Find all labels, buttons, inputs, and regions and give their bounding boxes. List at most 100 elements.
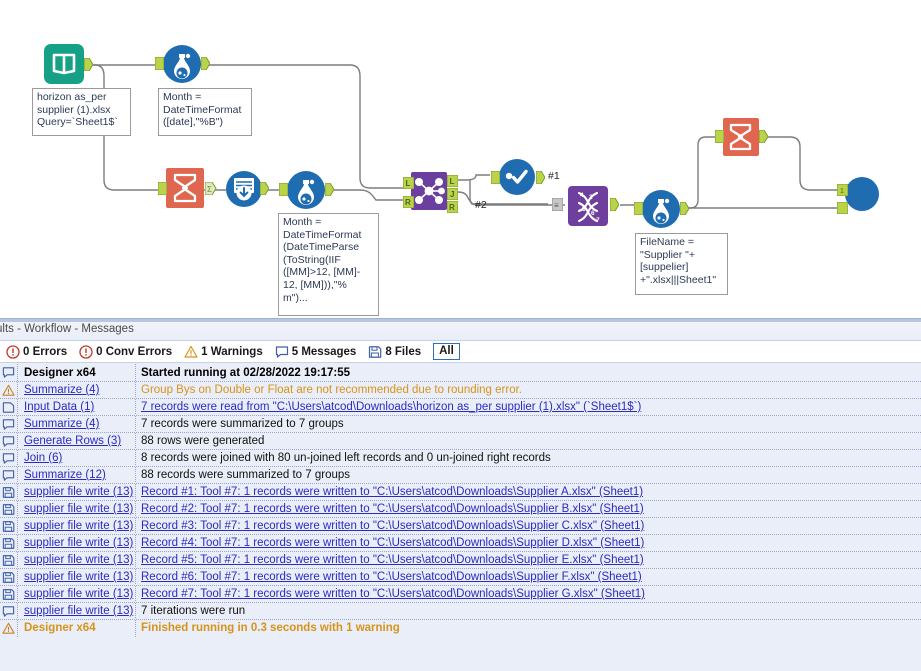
output-anchor-summarize-2[interactable] <box>758 129 769 148</box>
titlebar-accent-bar <box>0 319 921 322</box>
svg-text:R: R <box>449 203 455 212</box>
tool-summarize-1[interactable] <box>166 168 204 208</box>
message-tool-name[interactable]: Summarize (4) <box>18 415 136 433</box>
output-anchor-formula-filename[interactable] <box>679 201 690 220</box>
message-text-label: 88 records were summarized to 7 groups <box>141 469 351 481</box>
table-row[interactable]: supplier file write (13) Record #6: Tool … <box>0 568 921 586</box>
message-tool-name: Designer x64 <box>18 619 136 637</box>
input-anchor-formula-month-2[interactable] <box>278 182 289 201</box>
output-anchor-summarize-1[interactable]: Σ <box>204 181 217 200</box>
tool-browse-output[interactable] <box>845 177 879 211</box>
anchor-label-2: #2 <box>475 199 487 211</box>
tool-input-data[interactable] <box>44 44 84 84</box>
message-tool-name[interactable]: Generate Rows (3) <box>18 432 136 450</box>
message-text[interactable]: Record #3: Tool #7: 1 records were writt… <box>136 518 921 535</box>
tool-formula-month[interactable] <box>163 45 201 83</box>
table-row[interactable]: supplier file write (13) Record #2: Tool … <box>0 500 921 518</box>
message-tool-label: supplier file write (13) <box>24 537 134 549</box>
filter-all-button[interactable]: All <box>433 343 460 360</box>
tool-summarize-2[interactable] <box>723 118 759 156</box>
message-text[interactable]: Record #5: Tool #7: 1 records were writt… <box>136 552 921 569</box>
filter-warnings[interactable]: 1 Warnings <box>184 345 263 359</box>
message-tool-name[interactable]: Summarize (4) <box>18 381 136 399</box>
tool-formula-month-2[interactable] <box>287 171 325 209</box>
svg-text:Σ: Σ <box>207 185 212 194</box>
table-row[interactable]: supplier file write (13) Record #4: Tool … <box>0 534 921 552</box>
output-anchor-unique-check[interactable] <box>535 170 546 189</box>
message-tool-name[interactable]: supplier file write (13) <box>18 602 136 620</box>
message-text[interactable]: Record #6: Tool #7: 1 records were writt… <box>136 569 921 586</box>
table-row[interactable]: supplier file write (13) Record #1: Tool … <box>0 483 921 501</box>
message-tool-name[interactable]: Join (6) <box>18 449 136 467</box>
table-row[interactable]: Input Data (1) 7 records were read from "… <box>0 398 921 416</box>
tool-formula-filename[interactable] <box>642 190 680 228</box>
table-row[interactable]: supplier file write (13) Record #7: Tool … <box>0 585 921 603</box>
table-row[interactable]: supplier file write (13) Record #5: Tool … <box>0 551 921 569</box>
table-row[interactable]: Summarize (4) 7 records were summarized t… <box>0 415 921 433</box>
table-row[interactable]: Generate Rows (3) 88 rows were generated <box>0 432 921 450</box>
results-filter-toolbar[interactable]: 0 Errors 0 Conv Errors 1 Warnings 5 Mess… <box>0 340 921 363</box>
output-anchor-generate-rows[interactable] <box>259 181 270 200</box>
input-anchor-browse-bottom[interactable] <box>836 201 849 219</box>
tool-generate-rows[interactable] <box>226 171 262 207</box>
output-anchor-formula-month-2[interactable] <box>324 182 335 201</box>
message-tool-name[interactable]: supplier file write (13) <box>18 500 136 518</box>
table-row[interactable]: Designer x64 Finished running in 0.3 seco… <box>0 619 921 637</box>
filter-files[interactable]: 8 Files <box>368 345 421 359</box>
message-tool-name[interactable]: supplier file write (13) <box>18 483 136 501</box>
input-anchor-formula-month[interactable] <box>154 56 165 75</box>
input-anchor-join-right[interactable]: R <box>402 195 415 213</box>
message-text-label: Record #2: Tool #7: 1 records were writt… <box>141 503 644 515</box>
output-anchor-formula-month[interactable] <box>200 56 211 75</box>
error-circle-icon <box>79 344 93 359</box>
message-tool-name[interactable]: Summarize (12) <box>18 466 136 484</box>
messages-grid[interactable]: Designer x64 Started running at 02/28/202… <box>0 364 921 671</box>
table-row[interactable]: supplier file write (13) Record #3: Tool … <box>0 517 921 535</box>
message-text[interactable]: Record #2: Tool #7: 1 records were writt… <box>136 501 921 518</box>
message-text[interactable]: Record #7: Tool #7: 1 records were writt… <box>136 586 921 603</box>
table-row[interactable]: Summarize (12) 88 records were summarized… <box>0 466 921 484</box>
input-anchor-summarize-1[interactable] <box>157 181 168 200</box>
message-text: Finished running in 0.3 seconds with 1 w… <box>136 620 921 637</box>
message-text: 8 records were joined with 80 un-joined … <box>136 450 921 467</box>
input-anchor-summarize-2[interactable] <box>714 129 725 148</box>
message-tool-name[interactable]: supplier file write (13) <box>18 585 136 603</box>
table-row[interactable]: Summarize (4) Group Bys on Double or Floa… <box>0 381 921 399</box>
message-text-label: Record #7: Tool #7: 1 records were writt… <box>141 588 645 600</box>
filter-errors-label: 0 Errors <box>23 345 68 358</box>
message-tool-name[interactable]: Input Data (1) <box>18 398 136 416</box>
table-row[interactable]: Join (6) 8 records were joined with 80 un… <box>0 449 921 467</box>
output-anchor-join-right[interactable]: R <box>446 200 459 218</box>
message-tool-name[interactable]: supplier file write (13) <box>18 517 136 535</box>
filter-errors[interactable]: 0 Errors <box>6 344 68 359</box>
message-tool-name[interactable]: supplier file write (13) <box>18 534 136 552</box>
message-text-label: Group Bys on Double or Float are not rec… <box>141 384 522 396</box>
table-row[interactable]: Designer x64 Started running at 02/28/202… <box>0 364 921 381</box>
tool-join[interactable] <box>411 172 447 210</box>
message-tool-name[interactable]: supplier file write (13) <box>18 568 136 586</box>
tool-unique-check[interactable] <box>499 159 535 195</box>
input-anchor-join-left[interactable]: L <box>402 176 415 194</box>
message-tool-name[interactable]: supplier file write (13) <box>18 551 136 569</box>
workflow-canvas[interactable]: horizon as_per supplier (1).xlsx Query=`… <box>0 0 921 318</box>
tool-batch-macro[interactable]: 42 56 7 <box>568 186 608 226</box>
svg-text:J: J <box>450 190 454 199</box>
message-text-label: 8 records were joined with 80 un-joined … <box>141 452 551 464</box>
results-panel-titlebar[interactable]: ults - Workflow - Messages <box>0 318 921 340</box>
messages-rows: Designer x64 Started running at 02/28/202… <box>0 364 921 637</box>
input-anchor-unique-check[interactable] <box>490 170 501 189</box>
output-anchor-input-data[interactable] <box>83 57 94 76</box>
output-anchor-batch-macro[interactable] <box>609 197 620 216</box>
message-text[interactable]: Record #4: Tool #7: 1 records were writt… <box>136 535 921 552</box>
message-text: 7 iterations were run <box>136 603 921 620</box>
input-anchor-formula-filename[interactable] <box>633 201 644 220</box>
filter-messages[interactable]: 5 Messages <box>275 345 356 359</box>
filter-conv-errors[interactable]: 0 Conv Errors <box>79 344 172 359</box>
message-tool-label: supplier file write (13) <box>24 588 134 600</box>
message-text[interactable]: Record #1: Tool #7: 1 records were writt… <box>136 484 921 501</box>
annotation-formula-month-2: Month = DateTimeFormat (DateTimeParse (T… <box>278 213 379 316</box>
message-text[interactable]: 7 records were read from "C:\Users\atcod… <box>136 399 921 416</box>
input-anchor-browse-top[interactable]: 1 <box>836 183 849 201</box>
input-anchor-batch-macro[interactable]: ≡ <box>551 197 564 216</box>
table-row[interactable]: supplier file write (13) 7 iterations wer… <box>0 602 921 620</box>
